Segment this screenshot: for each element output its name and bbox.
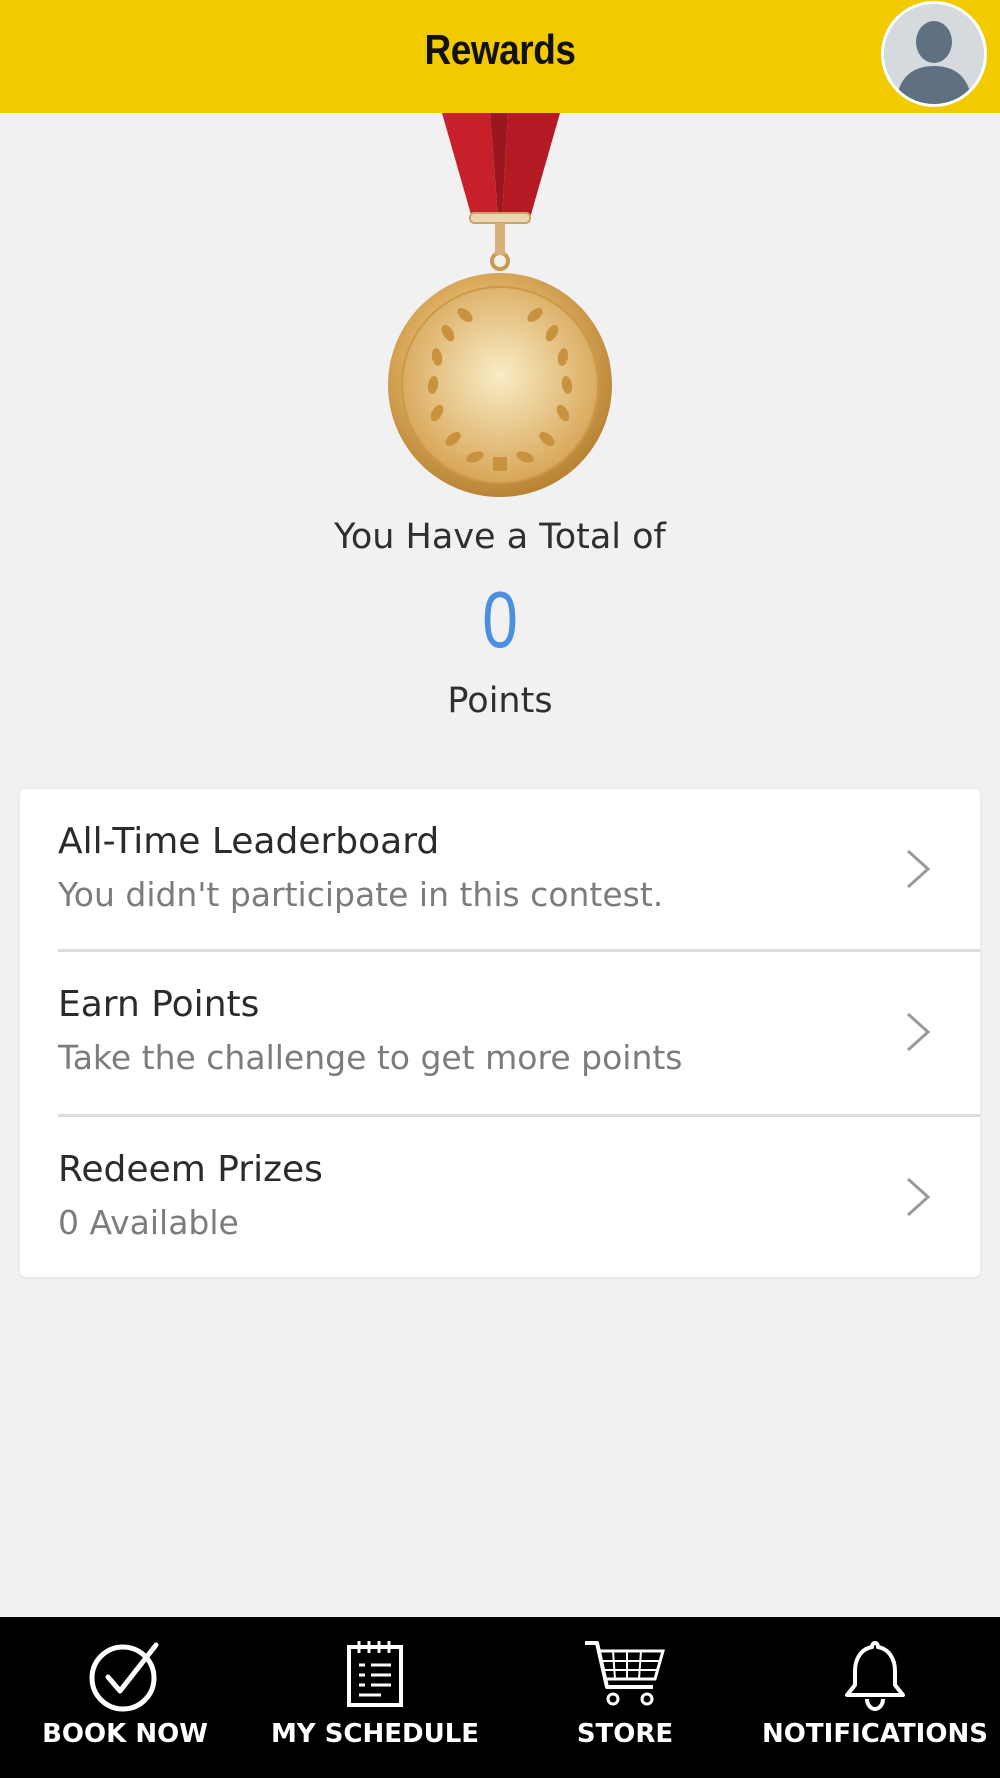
nav-book-now[interactable]: BOOK NOW	[0, 1617, 250, 1778]
menu-item-title: Redeem Prizes	[58, 1149, 323, 1190]
bell-icon	[845, 1641, 905, 1711]
menu-item-title: Earn Points	[58, 984, 260, 1025]
menu-item-leaderboard[interactable]: All-Time Leaderboard You didn't particip…	[20, 789, 980, 952]
menu-item-title: All-Time Leaderboard	[58, 821, 440, 862]
nav-label: BOOK NOW	[42, 1719, 208, 1749]
app-header: Rewards	[0, 0, 1000, 113]
points-value: 0	[482, 575, 518, 664]
page-title: Rewards	[424, 26, 576, 73]
menu-item-subtitle: Take the challenge to get more points	[58, 1038, 683, 1077]
chevron-right-icon	[906, 1177, 931, 1217]
nav-label: MY SCHEDULE	[270, 1719, 480, 1749]
calendar-icon	[347, 1641, 403, 1707]
menu-item-subtitle: 0 Available	[58, 1203, 239, 1242]
gold-medal-icon	[385, 113, 615, 503]
nav-label: STORE	[576, 1719, 674, 1749]
check-circle-icon	[89, 1642, 159, 1712]
nav-my-schedule[interactable]: MY SCHEDULE	[250, 1617, 500, 1778]
nav-notifications[interactable]: NOTIFICATIONS	[750, 1617, 1000, 1778]
chevron-right-icon	[906, 1012, 931, 1052]
menu-item-redeem-prizes[interactable]: Redeem Prizes 0 Available	[20, 1117, 980, 1280]
nav-label: NOTIFICATIONS	[762, 1719, 988, 1749]
menu-item-subtitle: You didn't participate in this contest.	[58, 875, 664, 914]
points-total-label: You Have a Total of	[334, 517, 666, 557]
points-unit-label: Points	[447, 681, 553, 721]
bottom-nav: BOOK NOW MY SCHEDULE STORE NOTIFICATIONS	[0, 1617, 1000, 1778]
cart-icon	[585, 1641, 665, 1706]
nav-store[interactable]: STORE	[500, 1617, 750, 1778]
rewards-menu-card: All-Time Leaderboard You didn't particip…	[20, 789, 980, 1277]
menu-item-earn-points[interactable]: Earn Points Take the challenge to get mo…	[20, 952, 980, 1115]
chevron-right-icon	[906, 849, 931, 889]
user-avatar-icon[interactable]	[881, 1, 987, 107]
